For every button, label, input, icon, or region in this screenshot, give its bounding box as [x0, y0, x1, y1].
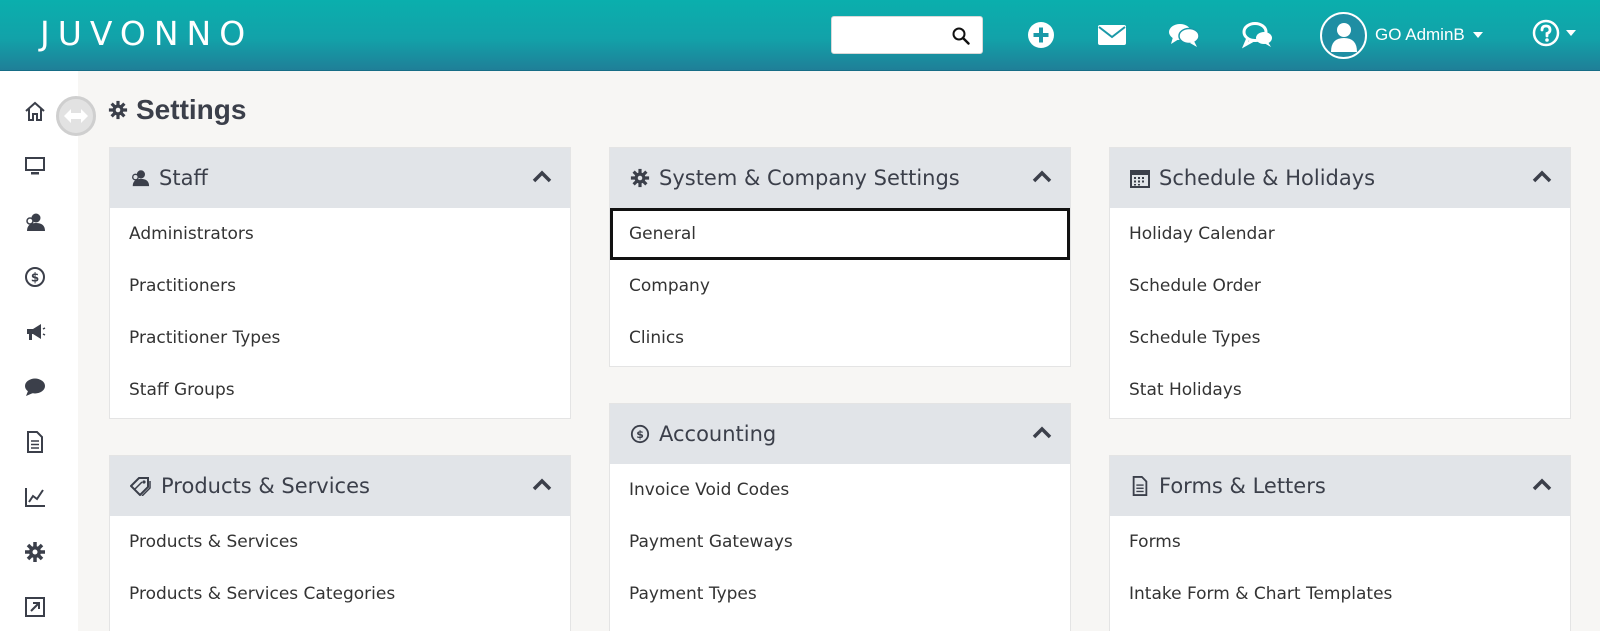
- chat-icon: [25, 378, 45, 396]
- document-icon: [27, 431, 43, 453]
- panel-header-staff[interactable]: Staff: [110, 148, 570, 208]
- chevron-up-icon[interactable]: [1032, 425, 1052, 439]
- external-link-icon: [25, 597, 45, 617]
- panel-schedule-holidays: Schedule & Holidays Holiday Calendar Sch…: [1109, 147, 1571, 419]
- sidebar-item-documents[interactable]: [23, 430, 47, 454]
- clients-icon: [26, 213, 45, 231]
- page-title: Settings: [108, 94, 246, 126]
- settings-link-payment-gateways[interactable]: Payment Gateways: [610, 516, 1070, 568]
- sidebar-item-dashboard[interactable]: [23, 154, 47, 178]
- monitor-icon: [25, 157, 45, 175]
- settings-link-products-services[interactable]: Products & Services: [110, 516, 570, 568]
- search-input[interactable]: [840, 17, 950, 51]
- home-icon: [25, 101, 45, 121]
- staff-icon: [132, 170, 150, 187]
- search-icon[interactable]: [952, 27, 970, 45]
- calendar-icon: [1130, 170, 1150, 188]
- panel-title: Accounting: [659, 422, 777, 446]
- avatar: [1320, 11, 1367, 59]
- messages-icon: [1242, 22, 1272, 49]
- chevron-up-icon[interactable]: [1532, 169, 1552, 183]
- settings-link-invoice-void-codes[interactable]: Invoice Void Codes: [610, 464, 1070, 516]
- top-bar: JUVONNO GO AdminB: [0, 0, 1600, 71]
- chevron-up-icon[interactable]: [1532, 477, 1552, 491]
- panel-title: Staff: [159, 166, 208, 190]
- settings-link-clinics[interactable]: Clinics: [610, 312, 1070, 364]
- sidebar-item-marketing[interactable]: [23, 320, 47, 344]
- settings-icon: [108, 100, 128, 120]
- settings-link-payment-types[interactable]: Payment Types: [610, 568, 1070, 620]
- settings-icon: [630, 168, 650, 188]
- sidebar-item-settings[interactable]: [23, 540, 47, 564]
- mail-button[interactable]: [1094, 17, 1130, 53]
- svg-text:$: $: [31, 271, 39, 285]
- chat-button[interactable]: [1166, 17, 1202, 53]
- add-button[interactable]: [1023, 17, 1059, 53]
- settings-link-intake-form-chart-templates[interactable]: Intake Form & Chart Templates: [1110, 568, 1570, 620]
- logo[interactable]: JUVONNO: [40, 14, 253, 53]
- panel-accounting: $ Accounting Invoice Void Codes Payment …: [609, 403, 1071, 631]
- settings-link-general[interactable]: General: [610, 208, 1070, 260]
- panel-header-schedule-holidays[interactable]: Schedule & Holidays: [1110, 148, 1570, 208]
- panel-title: System & Company Settings: [659, 166, 960, 190]
- chat-icon: [1169, 24, 1200, 47]
- chevron-up-icon[interactable]: [532, 477, 552, 491]
- user-icon: [1330, 23, 1357, 52]
- panel-products-services: Products & Services Products & Services …: [109, 455, 571, 631]
- settings-link-practitioner-types[interactable]: Practitioner Types: [110, 312, 570, 364]
- user-name: GO AdminB: [1375, 25, 1465, 44]
- settings-link-administrators[interactable]: Administrators: [110, 208, 570, 260]
- settings-link-stat-holidays[interactable]: Stat Holidays: [1110, 364, 1570, 416]
- help-icon: [1532, 19, 1560, 47]
- panel-header-forms-letters[interactable]: Forms & Letters: [1110, 456, 1570, 516]
- panel-header-products-services[interactable]: Products & Services: [110, 456, 570, 516]
- chevron-up-icon[interactable]: [532, 169, 552, 183]
- tag-icon: [130, 477, 151, 496]
- chevron-down-icon: [1472, 32, 1483, 38]
- page-title-text: Settings: [136, 94, 247, 125]
- sidebar: $: [0, 71, 78, 631]
- svg-text:$: $: [636, 428, 644, 441]
- sidebar-item-clients[interactable]: [23, 210, 47, 234]
- settings-link-schedule-types[interactable]: Schedule Types: [1110, 312, 1570, 364]
- settings-link-company[interactable]: Company: [610, 260, 1070, 312]
- double-arrow-icon: [64, 109, 88, 123]
- settings-link-forms[interactable]: Forms: [1110, 516, 1570, 568]
- panel-header-accounting[interactable]: $ Accounting: [610, 404, 1070, 464]
- document-icon: [1132, 476, 1148, 496]
- mail-icon: [1098, 25, 1126, 45]
- help-menu[interactable]: [1532, 19, 1576, 47]
- panel-title: Schedule & Holidays: [1159, 166, 1376, 190]
- reports-icon: [25, 488, 45, 507]
- billing-icon: $: [25, 267, 45, 287]
- settings-link-staff-groups[interactable]: Staff Groups: [110, 364, 570, 416]
- settings-link-holiday-calendar[interactable]: Holiday Calendar: [1110, 208, 1570, 260]
- panel-staff: Staff Administrators Practitioners Pract…: [109, 147, 571, 419]
- panel-forms-letters: Forms & Letters Forms Intake Form & Char…: [1109, 455, 1571, 631]
- panel-title: Forms & Letters: [1159, 474, 1326, 498]
- sidebar-toggle-button[interactable]: [56, 96, 96, 136]
- add-icon: [1028, 22, 1054, 48]
- settings-link-products-services-categories[interactable]: Products & Services Categories: [110, 568, 570, 620]
- settings-icon: [25, 542, 45, 562]
- settings-link-schedule-order[interactable]: Schedule Order: [1110, 260, 1570, 312]
- settings-link-practitioners[interactable]: Practitioners: [110, 260, 570, 312]
- user-menu[interactable]: GO AdminB: [1320, 11, 1483, 59]
- messages-button[interactable]: [1240, 17, 1276, 53]
- panel-header-system-company[interactable]: System & Company Settings: [610, 148, 1070, 208]
- sidebar-item-external[interactable]: [23, 595, 47, 619]
- marketing-icon: [27, 324, 46, 340]
- chevron-down-icon: [1566, 30, 1576, 36]
- panel-system-company: System & Company Settings General Compan…: [609, 147, 1071, 367]
- sidebar-item-reports[interactable]: [23, 485, 47, 509]
- billing-icon: $: [630, 424, 650, 444]
- sidebar-item-home[interactable]: [23, 99, 47, 123]
- search-box[interactable]: [831, 16, 983, 54]
- panel-title: Products & Services: [161, 474, 370, 498]
- sidebar-item-billing[interactable]: $: [23, 265, 47, 289]
- chevron-up-icon[interactable]: [1032, 169, 1052, 183]
- sidebar-item-chat[interactable]: [23, 375, 47, 399]
